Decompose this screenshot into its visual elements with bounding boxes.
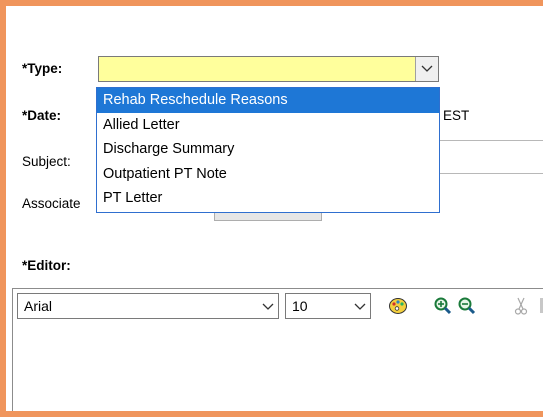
- type-label: *Type:: [22, 61, 63, 76]
- cut-icon[interactable]: [513, 296, 529, 316]
- chevron-down-icon: [354, 303, 366, 310]
- type-dropdown-list[interactable]: Rehab Reschedule Reasons Allied Letter D…: [96, 87, 440, 213]
- subject-input[interactable]: [436, 173, 543, 174]
- subject-field-top-edge: [436, 140, 543, 141]
- font-family-value: Arial: [24, 298, 53, 314]
- dropdown-option[interactable]: PT Letter: [97, 186, 439, 211]
- font-size-select[interactable]: 10: [285, 293, 371, 319]
- type-dropdown-button[interactable]: [415, 57, 438, 81]
- zoom-in-icon[interactable]: [433, 296, 453, 316]
- dropdown-option[interactable]: Rehab Reschedule Reasons: [97, 88, 439, 113]
- chevron-down-icon: [421, 65, 433, 72]
- font-size-value: 10: [292, 298, 308, 314]
- dropdown-option[interactable]: Outpatient PT Note: [97, 162, 439, 187]
- associate-label: Associate: [22, 196, 81, 211]
- type-dropdown[interactable]: [98, 56, 439, 82]
- dropdown-option[interactable]: Discharge Summary: [97, 137, 439, 162]
- font-family-select[interactable]: Arial: [17, 293, 279, 319]
- chevron-down-icon: [262, 303, 274, 310]
- timezone-label: EST: [443, 108, 470, 123]
- zoom-out-icon[interactable]: [457, 296, 477, 316]
- dropdown-option[interactable]: Allied Letter: [97, 113, 439, 138]
- form-window: *Type: *Date: EST Subject: Associate Reh…: [0, 0, 543, 417]
- subject-label: Subject:: [22, 154, 71, 169]
- editor-text-area[interactable]: [12, 321, 543, 411]
- editor-toolbar: Arial 10: [12, 288, 543, 322]
- date-label: *Date:: [22, 108, 62, 123]
- editor-label: *Editor:: [22, 258, 71, 273]
- color-palette-icon[interactable]: [388, 296, 408, 316]
